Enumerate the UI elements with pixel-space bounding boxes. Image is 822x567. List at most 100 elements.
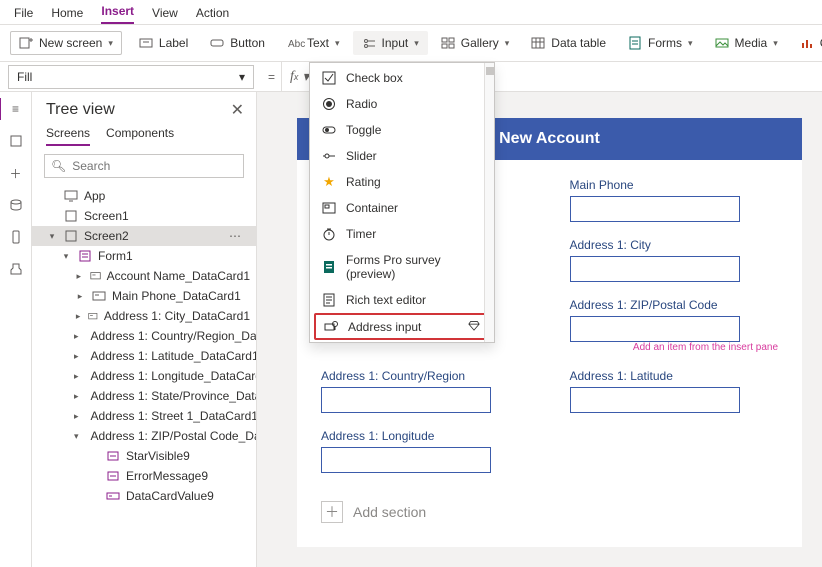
dd-toggle[interactable]: Toggle [310,117,494,143]
dd-timer[interactable]: Timer [310,221,494,247]
dd-address-input[interactable]: Address input [314,313,490,340]
field-input-mainphone[interactable] [570,196,740,222]
dd-rating[interactable]: ★ Rating [310,169,494,195]
hint-text: Add an item from the insert pane [570,342,779,353]
premium-icon [468,319,480,334]
dd-slider[interactable]: Slider [310,143,494,169]
chevron-right-icon[interactable]: ▸ [74,411,79,422]
label-icon [139,36,153,50]
datacard-icon [92,290,106,302]
tree-sub[interactable]: DataCardValue9 [32,486,256,506]
dd-label: Check box [346,71,403,85]
chevron-right-icon[interactable]: ▸ [74,291,86,302]
tree-panel: Tree view ✕ Screens Components 🔍︎ App Sc… [32,92,257,567]
menu-insert[interactable]: Insert [101,4,134,24]
input-icon [362,36,376,50]
button-button[interactable]: Button [201,31,274,55]
tab-components[interactable]: Components [106,126,174,146]
label-button[interactable]: Label [130,31,197,55]
field-label-lat: Address 1: Latitude [570,369,779,383]
tree-card[interactable]: ▾Address 1: ZIP/Postal Code_DataCard1 [32,426,256,446]
tree-screen2[interactable]: ▾Screen2⋯ [32,226,256,246]
menu-view[interactable]: View [152,6,178,24]
tree-card[interactable]: ▸Address 1: Longitude_DataCard1 [32,366,256,386]
search-input[interactable] [72,159,237,173]
dd-label: Address input [348,320,421,334]
dd-formspro[interactable]: Forms Pro survey (preview) [310,247,494,287]
tree-card[interactable]: ▸Main Phone_DataCard1 [32,286,256,306]
chevron-right-icon[interactable]: ▸ [74,351,79,362]
dd-label: Forms Pro survey (preview) [346,253,482,281]
dd-container[interactable]: Container [310,195,494,221]
address-icon [324,320,338,334]
datacard-icon [90,270,101,282]
tree-form1[interactable]: ▾ Form1 [32,246,256,266]
tree-screen1[interactable]: Screen1 [32,206,256,226]
close-icon[interactable]: ✕ [231,100,244,120]
tree-card[interactable]: ▸Address 1: Latitude_DataCard1 [32,346,256,366]
chevron-right-icon[interactable]: ▸ [74,371,79,382]
gallery-button[interactable]: Gallery ▾ [432,31,519,55]
chevron-right-icon[interactable]: ▸ [74,311,82,322]
dd-richtext[interactable]: Rich text editor [310,287,494,313]
charts-button[interactable]: Charts ▾ [791,31,822,55]
rail-data-icon[interactable] [7,196,25,214]
tree-card-label: Address 1: City_DataCard1 [104,309,250,323]
tab-screens[interactable]: Screens [46,126,90,146]
tree-app[interactable]: App [32,186,256,206]
datatable-label: Data table [551,36,606,50]
dd-radio[interactable]: Radio [310,91,494,117]
chevron-down-icon[interactable]: ▾ [74,431,79,442]
menu-file[interactable]: File [14,6,33,24]
chevron-right-icon[interactable]: ▸ [74,331,79,342]
tree-form1-label: Form1 [98,249,133,263]
tree-card[interactable]: ▸Address 1: Street 1_DataCard1 [32,406,256,426]
tree-sub[interactable]: StarVisible9 [32,446,256,466]
menu-home[interactable]: Home [51,6,83,24]
new-screen-button[interactable]: New screen ▾ [10,31,122,55]
screen-icon [64,230,78,242]
ribbon: New screen ▾ Label Button Abc Text ▾ Inp… [0,24,822,62]
rail-treeview-icon[interactable]: ≡ [7,100,25,118]
tree-card[interactable]: ▸Address 1: State/Province_DataCard1 [32,386,256,406]
tree-sub-label: DataCardValue9 [126,489,214,503]
label-text: Label [159,36,188,50]
tree-card[interactable]: ▸ Account Name_DataCard1 [32,266,256,286]
tree-card[interactable]: ▸Address 1: Country/Region_DataCard1 [32,326,256,346]
chevron-down-icon: ▾ [773,38,778,49]
field-input-lon[interactable] [321,447,491,473]
tree-title: Tree view [46,101,115,119]
search-box[interactable]: 🔍︎ [44,154,244,178]
chevron-down-icon[interactable]: ▾ [60,251,72,262]
rail-insert-icon[interactable] [7,132,25,150]
menu-action[interactable]: Action [196,6,229,24]
input-button[interactable]: Input ▾ [353,31,428,55]
chevron-right-icon[interactable]: ▸ [74,391,79,402]
field-input-lat[interactable] [570,387,740,413]
property-dropdown[interactable]: Fill ▾ [8,65,254,89]
add-section[interactable]: ＋ Add section [321,501,778,523]
star-icon: ★ [322,175,336,189]
text-label: Text [307,36,329,50]
dd-checkbox[interactable]: Check box [310,65,494,91]
tree-card-label: Account Name_DataCard1 [107,269,250,283]
chevron-right-icon[interactable]: ▸ [74,271,84,282]
forms-button[interactable]: Forms ▾ [619,31,702,55]
field-input-zip[interactable] [570,316,740,342]
forms-icon [628,36,642,50]
rail-add-icon[interactable]: ＋ [7,164,25,182]
chevron-down-icon[interactable]: ▾ [46,231,58,242]
field-input-city[interactable] [570,256,740,282]
dropdown-scrollbar[interactable] [484,63,494,342]
tree-card[interactable]: ▸ Address 1: City_DataCard1 [32,306,256,326]
media-icon [715,36,729,50]
field-input-country[interactable] [321,387,491,413]
media-button[interactable]: Media ▾ [706,31,787,55]
tree-sub[interactable]: ErrorMessage9 [32,466,256,486]
dd-label: Rating [346,175,381,189]
more-icon[interactable]: ⋯ [229,229,250,243]
text-button[interactable]: Abc Text ▾ [278,31,349,55]
datatable-button[interactable]: Data table [522,31,615,55]
rail-media-icon[interactable] [7,228,25,246]
rail-advanced-icon[interactable] [7,260,25,278]
